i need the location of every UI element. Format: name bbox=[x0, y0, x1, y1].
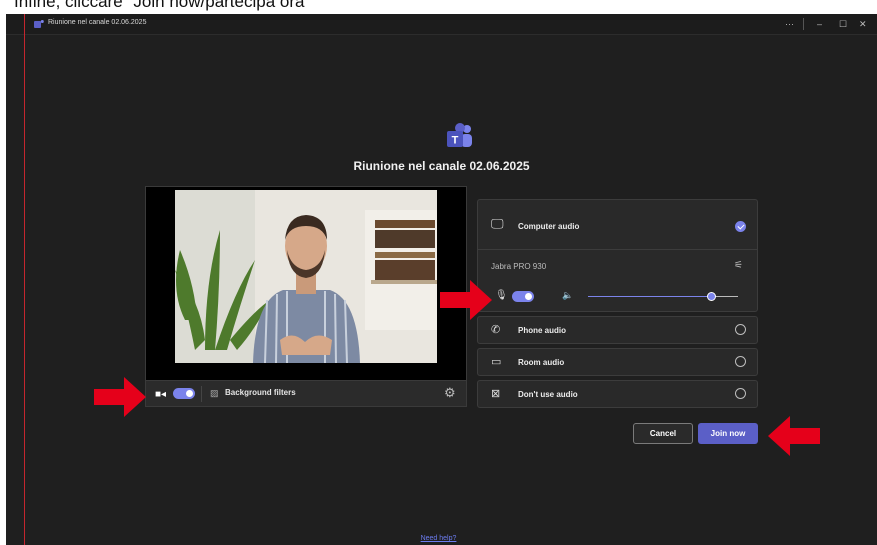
window-title: Riunione nel canale 02.06.2025 bbox=[48, 19, 147, 26]
teams-logo-icon: T bbox=[447, 123, 472, 147]
room-icon: ▭ bbox=[491, 356, 502, 368]
computer-audio-radio[interactable] bbox=[735, 221, 746, 232]
microphone-icon: 🎙 bbox=[495, 290, 508, 301]
title-bar: Riunione nel canale 02.06.2025 ··· – ☐ ✕ bbox=[6, 14, 877, 35]
phone-audio-radio[interactable] bbox=[735, 324, 746, 335]
gear-icon[interactable]: ⚙ bbox=[444, 385, 456, 401]
titlebar-divider bbox=[803, 18, 804, 30]
no-audio-option[interactable]: ⊠ Don't use audio bbox=[477, 380, 758, 408]
room-audio-radio[interactable] bbox=[735, 356, 746, 367]
device-settings-icon[interactable]: ⚟ bbox=[734, 260, 743, 271]
computer-audio-label: Computer audio bbox=[518, 222, 580, 231]
room-audio-option[interactable]: ▭ Room audio bbox=[477, 348, 758, 376]
arrow-left-icon bbox=[768, 416, 820, 456]
more-options-icon[interactable]: ··· bbox=[785, 17, 794, 31]
join-now-button[interactable]: Join now bbox=[698, 423, 758, 444]
cancel-button[interactable]: Cancel bbox=[633, 423, 693, 444]
toggle-knob bbox=[525, 293, 532, 300]
arrow-right-icon bbox=[440, 280, 492, 320]
volume-slider-handle[interactable] bbox=[707, 292, 716, 301]
room-audio-label: Room audio bbox=[518, 358, 565, 367]
arrow-right-icon bbox=[94, 377, 146, 417]
mic-toggle[interactable] bbox=[512, 291, 534, 302]
background-filters-button[interactable]: Background filters bbox=[225, 388, 296, 397]
phone-audio-label: Phone audio bbox=[518, 326, 566, 335]
video-toolbar: ■◂ ▨ Background filters ⚙ bbox=[145, 380, 467, 407]
computer-audio-panel[interactable]: 🖵 Computer audio Jabra PRO 930 ⚟ 🎙 🔈 bbox=[477, 199, 758, 312]
minimize-icon[interactable]: – bbox=[817, 17, 822, 31]
no-audio-icon: ⊠ bbox=[491, 388, 501, 400]
video-preview-panel bbox=[145, 186, 467, 393]
camera-icon: ■◂ bbox=[155, 389, 167, 400]
phone-icon: ✆ bbox=[491, 324, 501, 336]
volume-slider[interactable] bbox=[588, 292, 738, 301]
meeting-title: Riunione nel canale 02.06.2025 bbox=[353, 159, 530, 173]
no-audio-label: Don't use audio bbox=[518, 390, 578, 399]
camera-preview-image bbox=[175, 190, 437, 363]
speaker-icon: 🔈 bbox=[562, 290, 574, 300]
audio-divider bbox=[478, 249, 757, 250]
background-filters-icon: ▨ bbox=[210, 388, 219, 398]
need-help-link[interactable]: Need help? bbox=[0, 535, 877, 542]
camera-toggle[interactable] bbox=[173, 388, 195, 399]
audio-device-name: Jabra PRO 930 bbox=[491, 262, 547, 271]
phone-audio-option[interactable]: ✆ Phone audio bbox=[477, 316, 758, 344]
monitor-speaker-icon: 🖵 bbox=[491, 216, 504, 231]
maximize-icon[interactable]: ☐ bbox=[839, 17, 847, 31]
instruction-caption: Infine, cliccare "Join now/partecipa ora… bbox=[14, 0, 311, 11]
no-audio-radio[interactable] bbox=[735, 388, 746, 399]
window-border-line bbox=[24, 14, 25, 545]
close-icon[interactable]: ✕ bbox=[859, 17, 867, 31]
teams-app-icon bbox=[34, 20, 44, 28]
svg-text:T: T bbox=[452, 135, 459, 147]
toggle-knob bbox=[186, 390, 193, 397]
toolbar-divider bbox=[201, 386, 202, 402]
volume-fill bbox=[588, 296, 711, 297]
